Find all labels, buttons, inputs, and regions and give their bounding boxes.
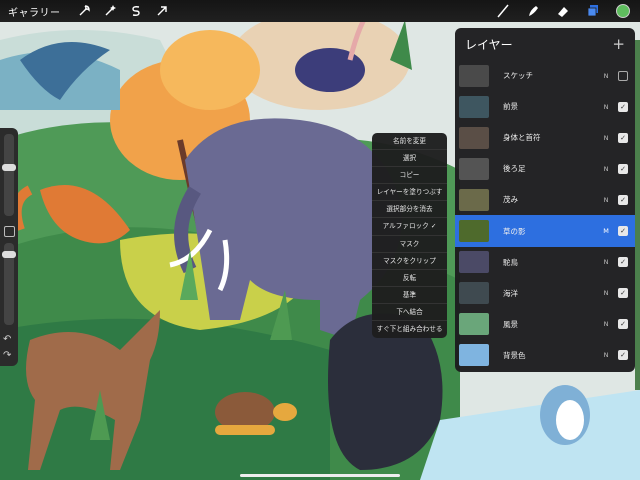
blend-mode-button[interactable]: N — [599, 320, 613, 328]
layer-row[interactable]: 草の影 M ✓ — [455, 215, 635, 247]
menu-item-clipping-mask[interactable]: マスクをクリップ — [372, 253, 447, 270]
visibility-checkbox[interactable]: ✓ — [618, 101, 628, 112]
layer-row[interactable]: 海洋 N ✓ — [455, 278, 635, 309]
layer-thumbnail — [459, 313, 489, 336]
visibility-checkbox[interactable]: ✓ — [618, 132, 628, 143]
eraser-icon[interactable] — [556, 4, 570, 18]
blend-mode-button[interactable]: N — [599, 289, 613, 297]
add-layer-button[interactable]: + — [612, 35, 625, 53]
color-picker-button[interactable] — [616, 4, 630, 18]
brush-size-thumb[interactable] — [2, 164, 16, 171]
layer-thumbnail — [459, 64, 489, 87]
layer-list: スケッチ N 前景 N ✓ 身体と首符 N ✓ 後ろ足 N ✓ 茂み N ✓ 草の影 M ✓ 駝鳥 N ✓ 海洋 N ✓ 風景… — [455, 60, 635, 371]
menu-item-rename[interactable]: 名前を変更 — [372, 133, 447, 151]
menu-item-mask[interactable]: マスク — [372, 236, 447, 253]
undo-icon[interactable]: ↶ — [3, 334, 11, 345]
layer-thumbnail — [459, 188, 489, 211]
layer-name: 茂み — [503, 195, 518, 205]
layer-name: 海洋 — [503, 288, 518, 298]
layer-options-menu: 名前を変更 選択 コピー レイヤーを塗りつぶす 選択部分を消去 アルファロック … — [372, 133, 447, 338]
menu-item-clear-selection[interactable]: 選択部分を消去 — [372, 201, 447, 219]
left-sidebar: ↶ ↷ — [0, 128, 18, 366]
blend-mode-button[interactable]: N — [599, 351, 613, 359]
modify-button[interactable] — [4, 226, 15, 237]
layer-name: 背景色 — [503, 350, 526, 360]
visibility-checkbox[interactable]: ✓ — [618, 288, 628, 299]
layer-name: 駝鳥 — [503, 257, 518, 267]
menu-item-merge-down[interactable]: 下へ結合 — [372, 304, 447, 322]
layer-thumbnail — [459, 220, 489, 243]
visibility-checkbox[interactable]: ✓ — [618, 194, 628, 205]
layer-row[interactable]: 風景 N ✓ — [455, 309, 635, 340]
visibility-checkbox[interactable]: ✓ — [618, 226, 628, 237]
menu-item-copy[interactable]: コピー — [372, 167, 447, 185]
layer-name: 風景 — [503, 319, 518, 329]
smudge-icon[interactable] — [526, 4, 540, 18]
gallery-button[interactable]: ギャラリー — [8, 4, 61, 19]
layer-thumbnail — [459, 344, 489, 367]
blend-mode-button[interactable]: N — [599, 258, 613, 266]
layer-row[interactable]: 後ろ足 N ✓ — [455, 153, 635, 184]
opacity-thumb[interactable] — [2, 251, 16, 258]
menu-item-alpha-lock[interactable]: アルファロック ✓ — [372, 218, 447, 236]
visibility-checkbox[interactable]: ✓ — [618, 163, 628, 174]
layers-title: レイヤー — [465, 37, 513, 52]
blend-mode-button[interactable]: N — [599, 72, 613, 80]
visibility-checkbox[interactable] — [618, 70, 628, 81]
layer-thumbnail — [459, 157, 489, 180]
visibility-checkbox[interactable]: ✓ — [618, 350, 628, 361]
menu-item-select[interactable]: 選択 — [372, 150, 447, 168]
menu-item-fill-layer[interactable]: レイヤーを塗りつぶす — [372, 184, 447, 202]
menu-item-combine-down[interactable]: すぐ下と組み合わせる — [372, 321, 447, 338]
layer-name: スケッチ — [503, 71, 533, 81]
layers-header: レイヤー + — [455, 28, 635, 60]
layer-name: 後ろ足 — [503, 164, 526, 174]
magic-wand-icon[interactable] — [103, 4, 117, 18]
blend-mode-button[interactable]: M — [599, 227, 613, 235]
menu-item-invert[interactable]: 反転 — [372, 270, 447, 287]
blend-mode-button[interactable]: N — [599, 165, 613, 173]
layers-panel: レイヤー + スケッチ N 前景 N ✓ 身体と首符 N ✓ 後ろ足 N ✓ 茂み N ✓ 草の影 M ✓ 駝鳥 N… — [455, 28, 635, 372]
layer-name: 草の影 — [503, 226, 526, 236]
layer-name: 前景 — [503, 102, 518, 112]
selection-s-icon[interactable] — [129, 4, 143, 18]
blend-mode-button[interactable]: N — [599, 103, 613, 111]
wrench-icon[interactable] — [77, 4, 91, 18]
redo-icon[interactable]: ↷ — [3, 350, 11, 361]
brush-icon[interactable] — [496, 4, 510, 18]
layer-row[interactable]: 前景 N ✓ — [455, 91, 635, 122]
layer-thumbnail — [459, 126, 489, 149]
layer-thumbnail — [459, 95, 489, 118]
blend-mode-button[interactable]: N — [599, 196, 613, 204]
layer-row[interactable]: 駝鳥 N ✓ — [455, 247, 635, 278]
brush-size-slider[interactable] — [4, 134, 14, 216]
layers-icon[interactable] — [586, 4, 600, 18]
layer-row[interactable]: 背景色 N ✓ — [455, 340, 635, 371]
layer-name: 身体と首符 — [503, 133, 541, 143]
transform-arrow-icon[interactable] — [155, 4, 169, 18]
layer-thumbnail — [459, 251, 489, 274]
top-toolbar: ギャラリー — [0, 0, 640, 22]
layer-row[interactable]: 茂み N ✓ — [455, 184, 635, 215]
home-indicator[interactable] — [240, 474, 400, 477]
blend-mode-button[interactable]: N — [599, 134, 613, 142]
menu-item-reference[interactable]: 基準 — [372, 287, 447, 304]
visibility-checkbox[interactable]: ✓ — [618, 319, 628, 330]
visibility-checkbox[interactable]: ✓ — [618, 257, 628, 268]
layer-thumbnail — [459, 282, 489, 305]
layer-row[interactable]: スケッチ N — [455, 60, 635, 91]
layer-row[interactable]: 身体と首符 N ✓ — [455, 122, 635, 153]
